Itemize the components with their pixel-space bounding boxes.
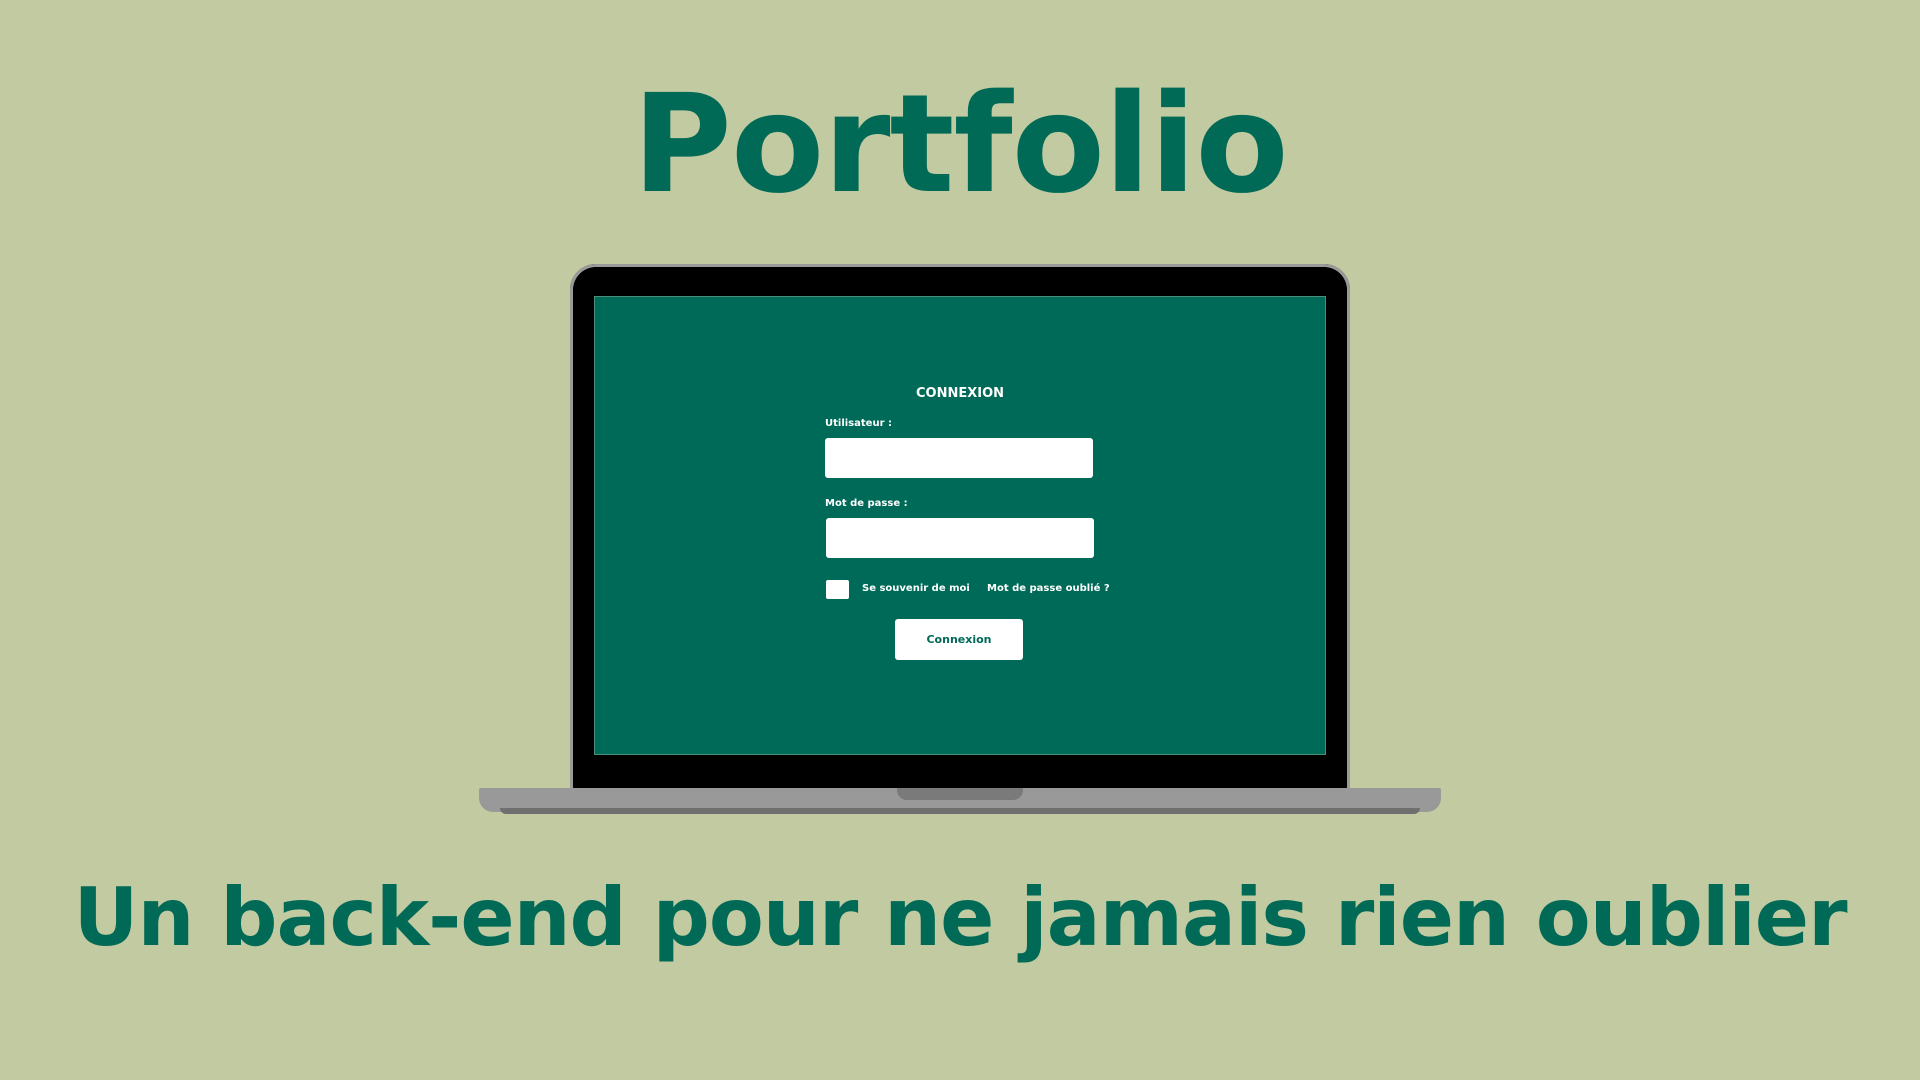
forgot-password-link[interactable]: Mot de passe oublié ? bbox=[987, 583, 1110, 594]
remember-me-checkbox[interactable] bbox=[826, 580, 849, 599]
password-label: Mot de passe : bbox=[825, 498, 908, 509]
laptop-hinge-notch bbox=[897, 788, 1023, 800]
username-input[interactable] bbox=[825, 438, 1093, 478]
login-submit-button[interactable]: Connexion bbox=[895, 619, 1023, 660]
login-heading: CONNEXION bbox=[915, 386, 1005, 401]
username-label: Utilisateur : bbox=[825, 418, 892, 429]
laptop-base-shadow bbox=[500, 808, 1420, 814]
remember-me-label[interactable]: Se souvenir de moi bbox=[862, 583, 970, 594]
password-input[interactable] bbox=[826, 518, 1094, 558]
portfolio-title: Portfolio bbox=[632, 66, 1288, 224]
slide-background: Portfolio CONNEXION Utilisateur : Mot de… bbox=[0, 0, 1920, 1080]
portfolio-subtitle: Un back-end pour ne jamais rien oublier bbox=[73, 871, 1847, 964]
